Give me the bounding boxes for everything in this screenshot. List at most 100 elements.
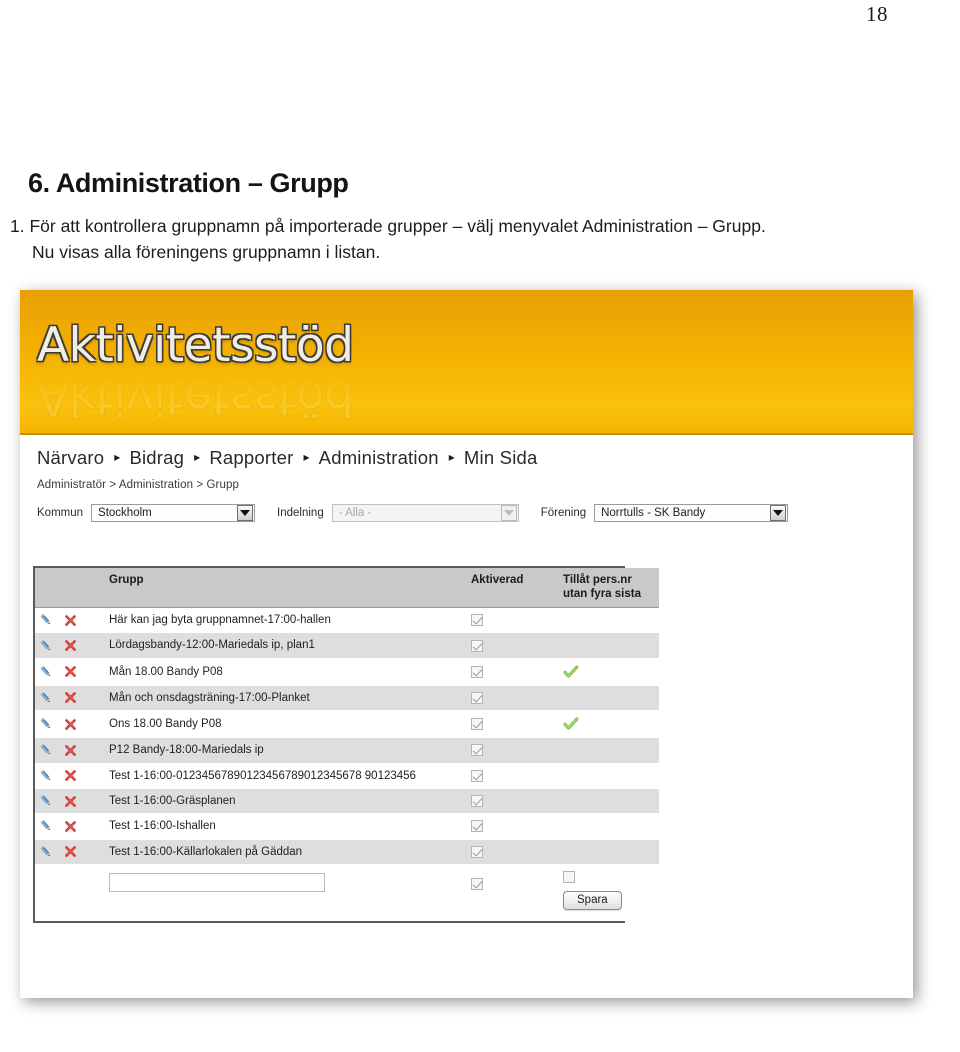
instruction-line-2: Nu visas alla föreningens gruppnamn i li…	[32, 241, 381, 262]
pencil-icon[interactable]	[39, 613, 53, 627]
aktiverad-checkbox[interactable]	[471, 718, 483, 731]
row-actions	[35, 763, 105, 789]
green-check-icon	[563, 717, 579, 730]
delete-icon[interactable]	[64, 718, 77, 731]
delete-icon[interactable]	[64, 614, 77, 627]
delete-icon[interactable]	[64, 639, 77, 652]
aktiverad-checkbox[interactable]	[471, 639, 483, 652]
delete-icon[interactable]	[64, 845, 77, 858]
app-body: Närvaro ▸ Bidrag ▸ Rapporter ▸ Administr…	[20, 435, 913, 998]
row-actions	[35, 839, 105, 866]
column-header-grupp: Grupp	[105, 568, 467, 609]
row-actions	[35, 685, 105, 712]
pencil-icon[interactable]	[39, 769, 53, 783]
chevron-down-icon	[237, 505, 254, 521]
chevron-right-icon: ▸	[448, 450, 455, 464]
delete-icon[interactable]	[64, 665, 77, 678]
delete-icon[interactable]	[64, 769, 77, 782]
pencil-icon[interactable]	[39, 717, 53, 731]
aktiverad-checkbox[interactable]	[471, 845, 483, 858]
green-check-icon	[563, 665, 579, 678]
embedded-screenshot: Aktivitetsstöd Aktivitetsstöd Närvaro ▸ …	[20, 290, 913, 998]
group-name-cell: Test 1-16:00-012345678901234567890123456…	[105, 763, 467, 789]
kommun-select-value: Stockholm	[98, 507, 152, 519]
aktiverad-cell	[467, 685, 559, 712]
nav-item-rapporter[interactable]: Rapporter	[209, 447, 293, 469]
pencil-icon[interactable]	[39, 819, 53, 833]
tillat-persnr-cell	[559, 788, 659, 815]
save-button[interactable]: Spara	[563, 891, 622, 911]
tillat-persnr-cell	[559, 839, 659, 866]
aktiverad-checkbox[interactable]	[471, 769, 483, 782]
table-row: Test 1-16:00-012345678901234567890123456…	[35, 763, 659, 789]
new-row-tillat-cell: Spara	[559, 864, 659, 922]
pencil-icon[interactable]	[39, 665, 53, 679]
chevron-down-icon	[500, 505, 517, 521]
delete-icon[interactable]	[64, 691, 77, 704]
pencil-icon[interactable]	[39, 691, 53, 705]
aktiverad-cell	[467, 839, 559, 866]
app-logo-text: Aktivitetsstöd	[37, 318, 354, 373]
group-name-cell: Test 1-16:00-Ishallen	[105, 813, 467, 840]
nav-item-bidrag[interactable]: Bidrag	[129, 447, 184, 469]
app-logo-reflection: Aktivitetsstöd	[37, 370, 354, 425]
tillat-persnr-cell	[559, 763, 659, 789]
group-name-cell: P12 Bandy-18:00-Mariedals ip	[105, 737, 467, 764]
aktiverad-checkbox[interactable]	[471, 691, 483, 704]
row-actions	[35, 788, 105, 815]
group-name-cell: Ons 18.00 Bandy P08	[105, 710, 467, 739]
indelning-select[interactable]: - Alla -	[331, 504, 519, 522]
delete-icon[interactable]	[64, 744, 77, 757]
nav-item-narvaro[interactable]: Närvaro	[37, 447, 104, 469]
table-row: Ons 18.00 Bandy P08	[35, 710, 659, 739]
group-name-cell: Lördagsbandy-12:00-Mariedals ip, plan1	[105, 632, 467, 659]
column-header-line-2: utan fyra sista	[563, 588, 641, 601]
tillat-persnr-cell	[559, 607, 659, 634]
filter-label-forening: Förening	[540, 507, 587, 519]
forening-select[interactable]: Norrtulls - SK Bandy	[594, 504, 789, 522]
aktiverad-checkbox[interactable]	[471, 795, 483, 808]
pencil-icon[interactable]	[39, 743, 53, 757]
aktiverad-checkbox[interactable]	[471, 744, 483, 757]
row-actions	[35, 607, 105, 634]
tillat-persnr-cell	[559, 632, 659, 659]
pencil-icon[interactable]	[39, 794, 53, 808]
table-row: P12 Bandy-18:00-Mariedals ip	[35, 737, 659, 764]
breadcrumb: Administratör > Administration > Grupp	[37, 479, 239, 491]
aktiverad-checkbox[interactable]	[471, 665, 483, 678]
chevron-right-icon: ▸	[303, 450, 310, 464]
pencil-icon[interactable]	[39, 639, 53, 653]
app-logo: Aktivitetsstöd Aktivitetsstöd	[37, 318, 367, 428]
column-header-aktiverad: Aktiverad	[467, 568, 559, 609]
aktiverad-cell	[467, 710, 559, 739]
group-name-cell: Test 1-16:00-Källarlokalen på Gäddan	[105, 839, 467, 866]
tillat-persnr-cell	[559, 813, 659, 840]
delete-icon[interactable]	[64, 795, 77, 808]
row-actions	[35, 710, 105, 739]
pencil-icon[interactable]	[39, 845, 53, 859]
aktiverad-checkbox[interactable]	[471, 820, 483, 833]
table-row: Mån och onsdagsträning-17:00-Planket	[35, 685, 659, 712]
row-actions	[35, 658, 105, 686]
group-name-cell: Test 1-16:00-Gräsplanen	[105, 788, 467, 815]
nav-item-administration[interactable]: Administration	[319, 447, 439, 469]
row-actions	[35, 813, 105, 840]
table-row: Test 1-16:00-Ishallen	[35, 813, 659, 840]
table-row: Mån 18.00 Bandy P08	[35, 658, 659, 686]
new-row-actions	[35, 864, 105, 922]
new-group-name-input[interactable]	[109, 873, 325, 893]
page-title: 6. Administration – Grupp	[28, 168, 349, 198]
new-group-row: Spara	[35, 864, 659, 922]
aktiverad-checkbox[interactable]	[471, 614, 483, 627]
filter-label-kommun: Kommun	[37, 507, 84, 519]
group-name-cell: Mån och onsdagsträning-17:00-Planket	[105, 685, 467, 712]
new-group-name-cell	[105, 864, 467, 922]
new-row-tillat-checkbox[interactable]	[563, 871, 575, 884]
column-header-line-1: Tillåt pers.nr	[563, 574, 632, 586]
nav-item-min-sida[interactable]: Min Sida	[464, 447, 538, 469]
delete-icon[interactable]	[64, 820, 77, 833]
indelning-select-value: - Alla -	[338, 507, 372, 519]
new-row-aktiverad-checkbox[interactable]	[471, 878, 483, 891]
kommun-select[interactable]: Stockholm	[91, 504, 256, 522]
table-row: Test 1-16:00-Källarlokalen på Gäddan	[35, 839, 659, 866]
